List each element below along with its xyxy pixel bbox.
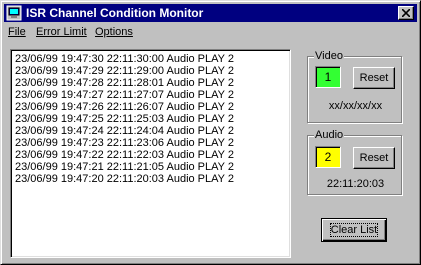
video-error-indicator: 1	[315, 66, 341, 88]
close-icon	[402, 9, 410, 17]
close-button[interactable]	[398, 6, 414, 20]
audio-error-indicator: 2	[315, 146, 341, 168]
menu-file-label: File	[8, 26, 26, 38]
app-icon[interactable]	[6, 5, 22, 21]
window-title: ISR Channel Condition Monitor	[26, 6, 204, 20]
list-item[interactable]: 23/06/99 19:47:30 22:11:30:00 Audio PLAY…	[15, 53, 234, 65]
title-bar[interactable]: ISR Channel Condition Monitor	[4, 4, 417, 22]
audio-group-label: Audio	[314, 128, 345, 142]
list-item[interactable]: 23/06/99 19:47:21 22:11:21:05 Audio PLAY…	[15, 161, 234, 173]
list-item[interactable]: 23/06/99 19:47:22 22:11:22:03 Audio PLAY…	[15, 149, 234, 161]
list-item[interactable]: 23/06/99 19:47:28 22:11:28:01 Audio PLAY…	[15, 77, 234, 89]
menu-bar: File Error Limit Options	[4, 23, 417, 41]
app-window: ISR Channel Condition Monitor File Error…	[0, 0, 421, 265]
menu-options-label: Options	[95, 26, 133, 38]
audio-timecode: 22:11:20:03	[326, 178, 385, 190]
menu-file[interactable]: File	[8, 23, 26, 41]
video-group-label: Video	[314, 49, 344, 63]
list-item[interactable]: 23/06/99 19:47:24 22:11:24:04 Audio PLAY…	[15, 125, 234, 137]
clear-list-button[interactable]: Clear List	[321, 218, 387, 242]
list-item[interactable]: 23/06/99 19:47:27 22:11:27:07 Audio PLAY…	[15, 89, 234, 101]
list-item[interactable]: 23/06/99 19:47:29 22:11:29:00 Audio PLAY…	[15, 65, 234, 77]
event-log-list[interactable]: 23/06/99 19:47:30 22:11:30:00 Audio PLAY…	[10, 49, 291, 258]
menu-error-limit-label: Error Limit	[36, 26, 87, 38]
focus-indicator	[330, 223, 378, 237]
video-timecode: xx/xx/xx/xx	[328, 100, 383, 112]
audio-reset-button[interactable]: Reset	[353, 147, 395, 169]
list-item[interactable]: 23/06/99 19:47:23 22:11:23:06 Audio PLAY…	[15, 137, 234, 149]
menu-error-limit[interactable]: Error Limit	[36, 23, 87, 41]
menu-options[interactable]: Options	[95, 23, 133, 41]
video-reset-button[interactable]: Reset	[353, 67, 395, 89]
list-item[interactable]: 23/06/99 19:47:25 22:11:25:03 Audio PLAY…	[15, 113, 234, 125]
audio-group: Audio 2 Reset 22:11:20:03	[307, 128, 402, 195]
video-group: Video 1 Reset xx/xx/xx/xx	[307, 49, 402, 123]
list-item[interactable]: 23/06/99 19:47:20 22:11:20:03 Audio PLAY…	[15, 173, 234, 185]
list-item[interactable]: 23/06/99 19:47:26 22:11:26:07 Audio PLAY…	[15, 101, 234, 113]
